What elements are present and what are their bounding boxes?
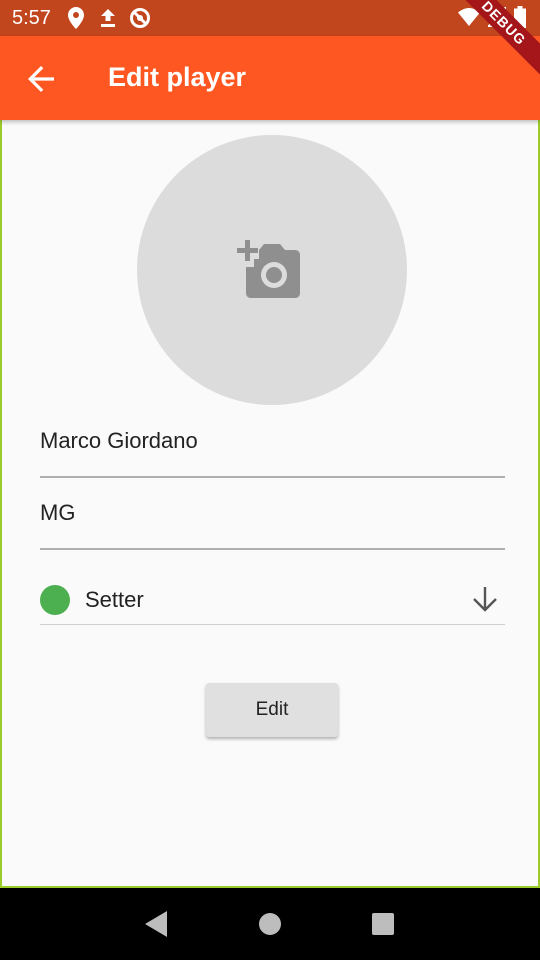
photo-picker-button[interactable] (137, 135, 407, 405)
page-title: Edit player (108, 62, 247, 92)
arrow-downward-icon (471, 585, 501, 615)
system-nav-bar (0, 888, 540, 960)
player-name-field[interactable] (40, 420, 505, 478)
location-icon (65, 7, 87, 29)
role-label: Setter (85, 586, 144, 612)
role-dropdown[interactable]: Setter (40, 575, 505, 625)
edit-button[interactable]: Edit (206, 683, 338, 737)
status-time: 5:57 (12, 6, 51, 29)
player-initials-input[interactable] (40, 500, 505, 526)
edit-player-form: Setter Edit (0, 120, 540, 888)
upload-icon (97, 7, 119, 29)
back-button[interactable] (26, 64, 56, 94)
add-a-photo-icon (237, 240, 300, 298)
role-color-dot (40, 584, 70, 615)
player-name-input[interactable] (40, 428, 505, 454)
no-sync-icon (129, 7, 151, 29)
status-bar: 5:57 (0, 0, 540, 36)
app-bar: Edit player (0, 36, 540, 120)
recents-square-icon[interactable] (363, 904, 403, 944)
back-triangle-icon[interactable] (137, 904, 177, 944)
app-screen: 5:57 Edit player DEBUG Marco Giordano MG… (0, 0, 540, 960)
home-circle-icon[interactable] (250, 904, 290, 944)
player-initials-field[interactable] (40, 492, 505, 550)
arrow-back-icon (28, 66, 54, 92)
